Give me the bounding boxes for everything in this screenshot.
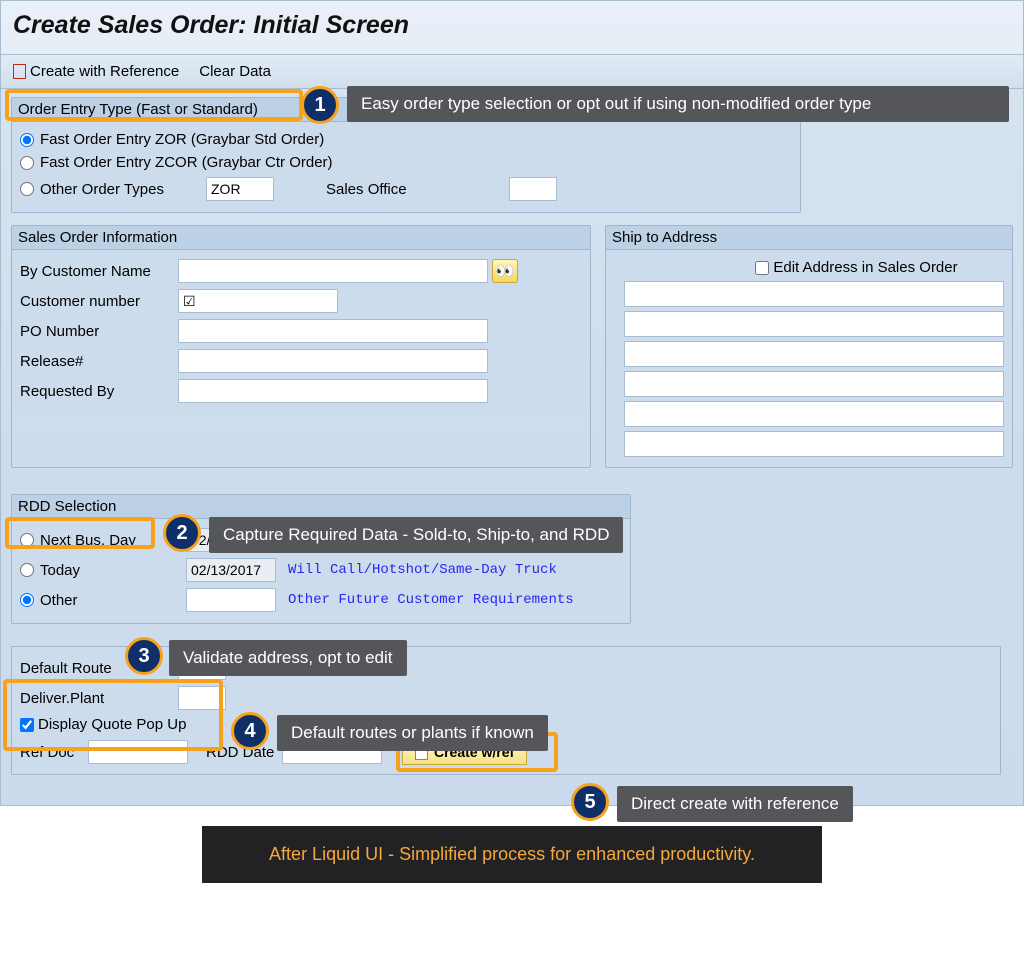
document-icon bbox=[13, 64, 26, 79]
footer-banner: After Liquid UI - Simplified process for… bbox=[202, 826, 822, 883]
annotation-text-3: Validate address, opt to edit bbox=[169, 640, 407, 676]
sales-office-label: Sales Office bbox=[326, 181, 407, 198]
customer-number-label: Customer number bbox=[20, 293, 178, 310]
ship-to-line-5[interactable] bbox=[624, 401, 1004, 427]
radio-fast-zor[interactable] bbox=[20, 133, 34, 147]
radio-fast-zcor-label: Fast Order Entry ZCOR (Graybar Ctr Order… bbox=[40, 154, 333, 171]
rdd-group: RDD Selection Next Bus. Day 'ASAP' Stock… bbox=[11, 494, 631, 624]
annotation-badge-5: 5 bbox=[571, 783, 609, 821]
annotation-badge-2: 2 bbox=[163, 514, 201, 552]
ship-to-line-2[interactable] bbox=[624, 311, 1004, 337]
display-quote-label: Display Quote Pop Up bbox=[38, 716, 186, 733]
radio-other-types-label: Other Order Types bbox=[40, 181, 200, 198]
create-with-reference-label: Create with Reference bbox=[30, 63, 179, 80]
annotation-badge-4: 4 bbox=[231, 712, 269, 750]
annotation-text-4: Default routes or plants if known bbox=[277, 715, 548, 751]
customer-number-input[interactable] bbox=[178, 289, 338, 313]
radio-next-bus-day-label: Next Bus. Day bbox=[40, 532, 180, 549]
ship-to-line-3[interactable] bbox=[624, 341, 1004, 367]
radio-other[interactable] bbox=[20, 593, 34, 607]
display-quote-checkbox[interactable] bbox=[20, 718, 34, 732]
ship-to-line-4[interactable] bbox=[624, 371, 1004, 397]
customer-search-button[interactable]: 👀 bbox=[492, 259, 518, 283]
annotation-badge-1: 1 bbox=[301, 86, 339, 124]
content-area: 1 Easy order type selection or opt out i… bbox=[1, 89, 1023, 805]
other-date[interactable] bbox=[186, 588, 276, 612]
radio-today-label: Today bbox=[40, 562, 180, 579]
annotation-text-2: Capture Required Data - Sold-to, Ship-to… bbox=[209, 517, 623, 553]
sap-window: Create Sales Order: Initial Screen Creat… bbox=[0, 0, 1024, 806]
edit-address-label: Edit Address in Sales Order bbox=[773, 259, 957, 276]
deliver-plant-label: Deliver.Plant bbox=[20, 690, 178, 707]
sales-info-group: Sales Order Information By Customer Name… bbox=[11, 225, 591, 468]
radio-fast-zor-label: Fast Order Entry ZOR (Graybar Std Order) bbox=[40, 131, 324, 148]
requested-by-label: Requested By bbox=[20, 383, 178, 400]
other-note: Other Future Customer Requirements bbox=[288, 592, 574, 608]
edit-address-checkbox[interactable] bbox=[755, 261, 769, 275]
by-customer-input[interactable] bbox=[178, 259, 488, 283]
deliver-plant-input[interactable] bbox=[178, 686, 226, 710]
sales-office-input[interactable] bbox=[509, 177, 557, 201]
annotation-text-1: Easy order type selection or opt out if … bbox=[347, 86, 1009, 122]
clear-data-label: Clear Data bbox=[199, 63, 271, 80]
annotation-text-5: Direct create with reference bbox=[617, 786, 853, 822]
binoculars-icon: 👀 bbox=[496, 262, 515, 280]
clear-data-button[interactable]: Clear Data bbox=[199, 63, 271, 80]
ship-to-line-1[interactable] bbox=[624, 281, 1004, 307]
annotation-badge-3: 3 bbox=[125, 637, 163, 675]
page-title: Create Sales Order: Initial Screen bbox=[1, 1, 1023, 55]
radio-next-bus-day[interactable] bbox=[20, 533, 34, 547]
ship-to-line-6[interactable] bbox=[624, 431, 1004, 457]
radio-today[interactable] bbox=[20, 563, 34, 577]
radio-fast-zcor[interactable] bbox=[20, 156, 34, 170]
ship-to-header: Ship to Address bbox=[606, 226, 1012, 250]
radio-other-label: Other bbox=[40, 592, 180, 609]
po-number-label: PO Number bbox=[20, 323, 178, 340]
release-input[interactable] bbox=[178, 349, 488, 373]
today-date[interactable] bbox=[186, 558, 276, 582]
ref-doc-label: Ref Doc bbox=[20, 744, 88, 761]
ship-to-group: Ship to Address Edit Address in Sales Or… bbox=[605, 225, 1013, 468]
order-type-code-input[interactable] bbox=[206, 177, 274, 201]
today-note: Will Call/Hotshot/Same-Day Truck bbox=[288, 562, 557, 578]
rdd-header: RDD Selection bbox=[12, 495, 630, 519]
release-label: Release# bbox=[20, 353, 178, 370]
requested-by-input[interactable] bbox=[178, 379, 488, 403]
radio-other-types[interactable] bbox=[20, 182, 34, 196]
ref-doc-input[interactable] bbox=[88, 740, 188, 764]
sales-info-header: Sales Order Information bbox=[12, 226, 590, 250]
toolbar: Create with Reference Clear Data bbox=[1, 55, 1023, 89]
create-with-reference-button[interactable]: Create with Reference bbox=[13, 63, 179, 80]
po-number-input[interactable] bbox=[178, 319, 488, 343]
by-customer-label: By Customer Name bbox=[20, 263, 178, 280]
